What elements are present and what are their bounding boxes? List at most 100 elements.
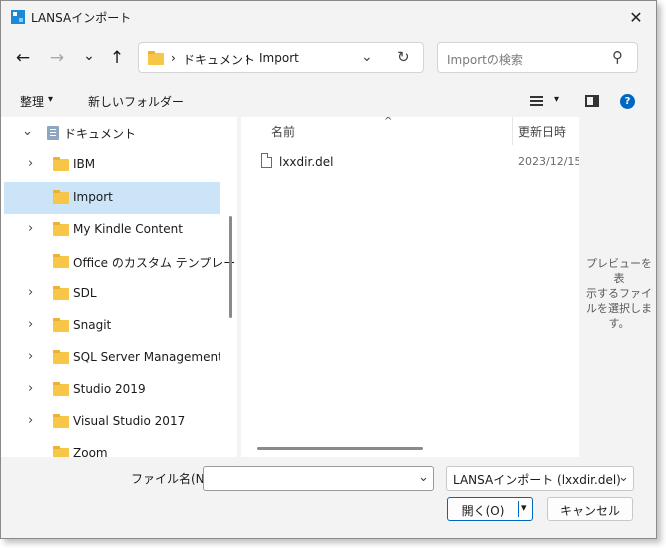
- chevron-down-icon: ⌄: [83, 48, 95, 64]
- column-divider[interactable]: [512, 117, 513, 145]
- tree-item-label: SDL: [73, 286, 97, 300]
- address-dropdown-icon[interactable]: ⌄: [361, 49, 373, 65]
- file-icon: [261, 153, 272, 168]
- filename-label: ファイル名(N):: [131, 472, 214, 486]
- folder-icon: [53, 350, 69, 364]
- preview-line: 示するファイ: [586, 287, 652, 300]
- chevron-right-icon[interactable]: ›: [28, 222, 40, 236]
- organize-caret-icon[interactable]: ▾: [48, 94, 53, 105]
- tree-item-label: My Kindle Content: [73, 222, 183, 236]
- open-split-caret-icon[interactable]: ▾: [521, 501, 527, 514]
- lansa-app-icon: [11, 10, 25, 24]
- chevron-down-icon[interactable]: ⌄: [418, 470, 429, 485]
- back-button[interactable]: ←: [10, 45, 36, 71]
- tree-item-my-kindle-content[interactable]: › My Kindle Content: [4, 214, 220, 246]
- split-divider: [518, 501, 519, 517]
- preview-message: プレビューを表 示するファイ ルを選択しま す。: [582, 256, 656, 331]
- open-button-label: 開く(O): [461, 504, 505, 518]
- new-folder-button[interactable]: 新しいフォルダー: [88, 93, 184, 110]
- window-title: LANSAインポート: [31, 11, 132, 25]
- folder-icon: [53, 190, 69, 204]
- breadcrumb-separator: ›: [245, 51, 250, 65]
- folder-icon: [53, 157, 69, 171]
- tree-item-label: SQL Server Management Studio: [73, 350, 220, 364]
- folder-icon: [53, 414, 69, 428]
- forward-button[interactable]: →: [44, 45, 70, 71]
- search-box[interactable]: Importの検索 ⚲: [437, 42, 638, 73]
- chevron-right-icon[interactable]: ›: [28, 350, 40, 364]
- navigation-scrollbar[interactable]: [229, 216, 232, 318]
- address-bar[interactable]: › ドキュメント › Import ⌄ ↻: [138, 42, 424, 73]
- column-header-name[interactable]: 名前: [271, 123, 295, 140]
- tree-item-documents[interactable]: ⌄ ドキュメント: [4, 117, 220, 149]
- tree-item-visual-studio-2017[interactable]: › Visual Studio 2017: [4, 406, 220, 438]
- folder-icon: [53, 318, 69, 332]
- refresh-icon[interactable]: ↻: [397, 48, 410, 66]
- organize-button[interactable]: 整理: [20, 93, 44, 110]
- breadcrumb-separator: ›: [171, 51, 176, 65]
- navigation-pane: ⌄ ドキュメント › IBM Import › My Kindle Conten…: [1, 117, 237, 457]
- tree-item-label: ドキュメント: [64, 127, 137, 141]
- search-input[interactable]: Importの検索: [447, 51, 523, 68]
- back-arrow-icon: ←: [15, 48, 31, 68]
- tree-item-label: Studio 2019: [73, 382, 146, 396]
- chevron-right-icon[interactable]: ›: [28, 286, 40, 300]
- cancel-button-label: キャンセル: [559, 504, 620, 518]
- tree-item-sdl[interactable]: › SDL: [4, 278, 220, 310]
- tree-item-label: IBM: [73, 157, 96, 171]
- recent-locations-button[interactable]: ⌄: [76, 43, 102, 69]
- chevron-right-icon[interactable]: ›: [28, 382, 40, 396]
- preview-line: ルを選択しま: [586, 302, 652, 315]
- cancel-button[interactable]: キャンセル: [547, 497, 633, 521]
- preview-line: プレビューを表: [586, 257, 652, 285]
- file-type-value: LANSAインポート (lxxdir.del): [453, 473, 621, 487]
- up-button[interactable]: ↑: [104, 45, 130, 71]
- chevron-down-icon: ⌄: [618, 470, 629, 485]
- chevron-right-icon[interactable]: ›: [28, 318, 40, 332]
- tree-item-office-templates[interactable]: Office のカスタム テンプレート: [4, 246, 237, 278]
- preview-pane-icon[interactable]: [585, 95, 599, 107]
- tree-item-label: Snagit: [73, 318, 112, 332]
- tree-item-studio-2019[interactable]: › Studio 2019: [4, 374, 220, 406]
- folder-icon: [53, 222, 69, 236]
- chevron-placeholder: [28, 446, 40, 457]
- tree-item-import[interactable]: Import: [4, 182, 220, 214]
- close-icon: ✕: [629, 7, 643, 27]
- breadcrumb-import[interactable]: Import: [259, 51, 299, 65]
- tree-item-zoom[interactable]: Zoom: [4, 438, 220, 457]
- folder-icon: [53, 286, 69, 300]
- column-header-modified[interactable]: 更新日時: [518, 123, 566, 140]
- chevron-right-icon[interactable]: ›: [28, 414, 40, 428]
- chevron-down-icon[interactable]: ⌄: [22, 125, 34, 139]
- forward-arrow-icon: →: [49, 48, 65, 68]
- filename-field[interactable]: ⌄: [203, 466, 434, 491]
- folder-icon: [53, 446, 69, 457]
- chevron-right-icon[interactable]: ›: [28, 157, 40, 171]
- help-glyph: ?: [624, 96, 631, 107]
- file-type-select[interactable]: LANSAインポート (lxxdir.del) ⌄: [446, 466, 634, 491]
- documents-icon: [47, 126, 59, 140]
- view-list-icon[interactable]: [530, 96, 543, 106]
- horizontal-scrollbar[interactable]: [257, 447, 423, 450]
- tree-item-ibm[interactable]: › IBM: [4, 149, 220, 181]
- title-bar: LANSAインポート ✕: [1, 1, 656, 33]
- folder-icon: [148, 51, 164, 65]
- file-row[interactable]: lxxdir.del 2023/12/15: [241, 149, 579, 175]
- folder-icon: [53, 382, 69, 396]
- preview-pane: プレビューを表 示するファイ ルを選択しま す。: [579, 117, 656, 457]
- tree-item-label: Visual Studio 2017: [73, 414, 186, 428]
- chevron-placeholder: [28, 254, 40, 268]
- command-bar: 整理 ▾ 新しいフォルダー ▾ ?: [1, 85, 656, 117]
- search-icon: ⚲: [612, 48, 623, 66]
- tree-item-label: Office のカスタム テンプレート: [73, 256, 237, 270]
- tree-item-sql-server-management-studio[interactable]: › SQL Server Management Studio: [4, 342, 220, 374]
- tree-item-label: Zoom: [73, 446, 108, 457]
- close-button[interactable]: ✕: [619, 3, 653, 31]
- tree-item-snagit[interactable]: › Snagit: [4, 310, 220, 342]
- chevron-placeholder: [28, 190, 40, 204]
- file-list: ^ 名前 更新日時 lxxdir.del 2023/12/15: [241, 117, 579, 457]
- help-icon[interactable]: ?: [620, 94, 635, 109]
- open-button[interactable]: 開く(O) ▾: [447, 497, 533, 521]
- view-caret-icon[interactable]: ▾: [554, 94, 559, 105]
- file-modified: 2023/12/15: [518, 155, 579, 168]
